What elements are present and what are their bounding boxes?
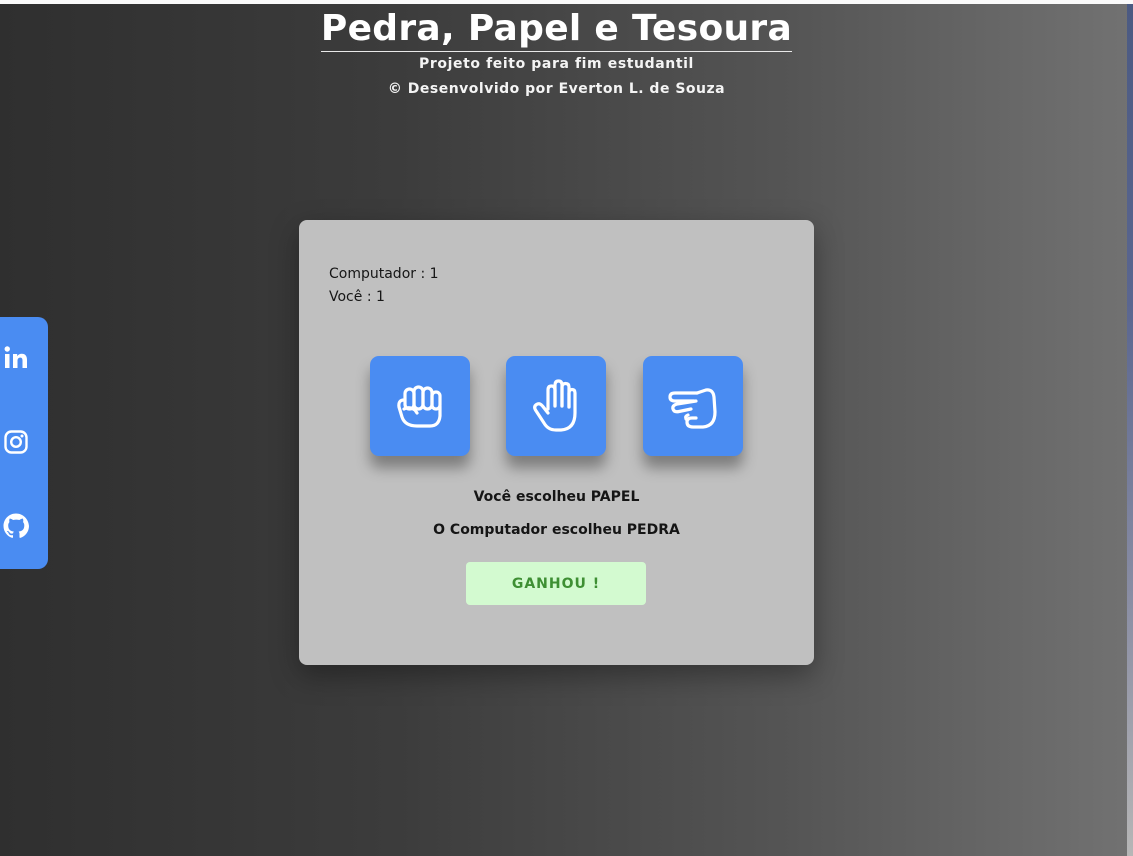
game-panel: Computador : 1 Você : 1 Você escolheu PA… — [299, 220, 814, 665]
rock-hand-icon — [397, 385, 442, 428]
instagram-link[interactable] — [1, 427, 31, 457]
player-choice-message: Você escolheu PAPEL — [473, 489, 640, 505]
window-top-strip — [0, 0, 1133, 4]
linkedin-icon — [4, 346, 27, 368]
page-subtitle: Projeto feito para fim estudantil — [419, 56, 694, 72]
scissors-hand-icon — [668, 388, 717, 429]
window-right-edge — [1127, 4, 1133, 856]
github-link[interactable] — [1, 511, 31, 541]
page-credit: © Desenvolvido por Everton L. de Souza — [387, 81, 726, 97]
paper-button[interactable] — [506, 356, 606, 456]
computer-score: Computador : 1 — [329, 266, 439, 282]
social-sidebar — [0, 317, 48, 569]
rock-button[interactable] — [370, 356, 470, 456]
page-title: Pedra, Papel e Tesoura — [320, 8, 793, 52]
instagram-icon — [4, 430, 28, 454]
paper-hand-icon — [533, 379, 577, 432]
computer-choice-message: O Computador escolheu PEDRA — [433, 522, 680, 538]
page-header: Pedra, Papel e Tesoura Projeto feito par… — [0, 8, 1113, 97]
scissors-button[interactable] — [643, 356, 743, 456]
scoreboard: Computador : 1 Você : 1 — [329, 263, 439, 309]
result-badge: GANHOU ! — [466, 562, 646, 605]
player-score: Você : 1 — [329, 289, 385, 305]
linkedin-link[interactable] — [1, 343, 31, 373]
github-icon — [3, 513, 30, 538]
